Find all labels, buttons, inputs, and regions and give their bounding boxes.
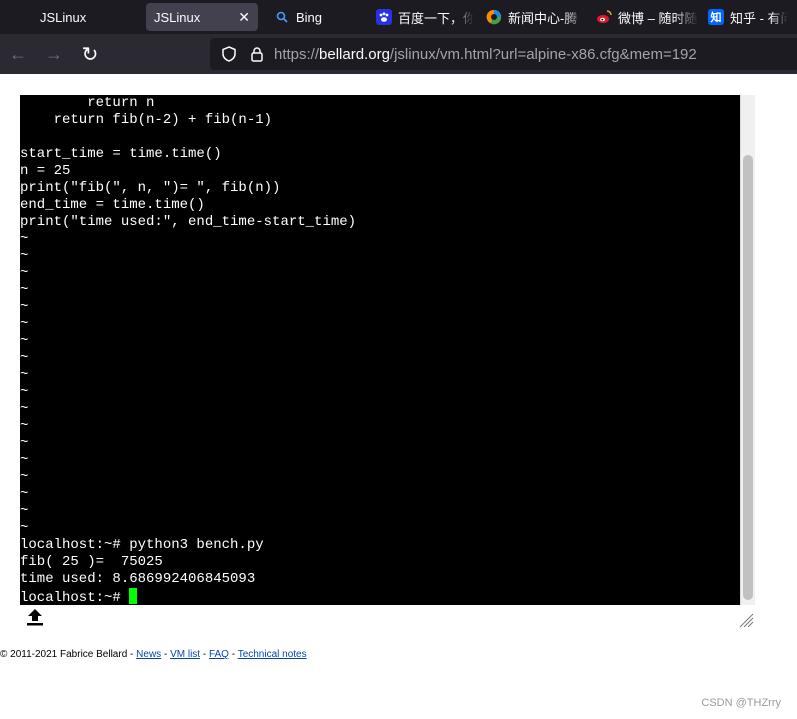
zhihu-icon: 知 xyxy=(708,9,724,25)
tab-label: Bing xyxy=(296,9,323,25)
tab-label: 微博 – 随时随 xyxy=(618,10,698,26)
terminal-line: return n xyxy=(20,95,155,111)
terminal-line: ~ xyxy=(20,282,29,298)
terminal-line: n = 25 xyxy=(20,163,71,179)
footer-separator: - xyxy=(161,649,171,660)
tab-weibo[interactable]: 微博 – 随时随 xyxy=(594,0,706,34)
resize-handle-icon[interactable] xyxy=(738,612,754,628)
forward-button[interactable]: → xyxy=(36,36,72,72)
terminal-line: ~ xyxy=(20,435,29,451)
terminal-cursor xyxy=(129,588,138,604)
terminal-scrollbar[interactable] xyxy=(740,95,755,605)
terminal-line: ~ xyxy=(20,265,29,281)
terminal-line: ~ xyxy=(20,503,29,519)
terminal-line: localhost:~# python3 bench.py xyxy=(20,537,264,553)
technical-notes-link[interactable]: Technical notes xyxy=(238,649,307,660)
terminal-line: return fib(n-2) + fib(n-1) xyxy=(20,112,273,128)
lock-icon[interactable] xyxy=(246,43,268,65)
tab-bar: JSLinux JSLinux ✕ Bing 百度一下，你 新闻中心-腾 微博 … xyxy=(0,0,797,34)
url-bar[interactable]: https://bellard.org/jslinux/vm.html?url=… xyxy=(210,38,797,70)
url-scheme: https:// xyxy=(274,45,320,63)
page-footer: © 2011-2021 Fabrice Bellard - News - VM … xyxy=(0,649,307,660)
terminal-line: ~ xyxy=(20,333,29,349)
terminal-line: ~ xyxy=(20,248,29,264)
shield-icon[interactable] xyxy=(218,43,240,65)
baidu-paw-icon xyxy=(376,9,392,25)
reload-button[interactable]: ↻ xyxy=(72,36,108,72)
tab-zhihu[interactable]: 知 知乎 - 有问题 xyxy=(706,0,796,34)
tab-jslinux-1[interactable]: JSLinux xyxy=(0,0,146,34)
terminal-line: ~ xyxy=(20,401,29,417)
terminal-window[interactable]: return n return fib(n-2) + fib(n-1) start… xyxy=(20,95,755,605)
upload-icon[interactable] xyxy=(24,606,46,628)
tab-label: JSLinux xyxy=(40,9,87,25)
terminal-line: time used: 8.686992406845093 xyxy=(20,571,256,587)
footer-separator: - xyxy=(228,649,238,660)
terminal-line: end_time = time.time() xyxy=(20,197,205,213)
terminal-line: ~ xyxy=(20,486,29,502)
terminal-line: ~ xyxy=(20,452,29,468)
scrollbar-thumb[interactable] xyxy=(743,155,753,600)
terminal-line: ~ xyxy=(20,384,29,400)
back-button[interactable]: ← xyxy=(0,36,36,72)
url-host: bellard.org xyxy=(319,45,390,63)
tab-label: JSLinux xyxy=(154,9,201,25)
terminal-line: start_time = time.time() xyxy=(20,146,222,162)
tab-label: 知乎 - 有问题 xyxy=(730,10,788,26)
terminal-line: ~ xyxy=(20,418,29,434)
terminal-screen[interactable]: return n return fib(n-2) + fib(n-1) start… xyxy=(20,95,740,605)
terminal-line: print("fib(", n, ")= ", fib(n)) xyxy=(20,180,281,196)
copyright-text: © 2011-2021 Fabrice Bellard - xyxy=(0,649,137,660)
tab-bing[interactable]: Bing xyxy=(258,0,370,34)
tencent-news-icon xyxy=(486,9,502,25)
close-icon[interactable]: ✕ xyxy=(238,9,250,26)
terminal-line: ~ xyxy=(20,299,29,315)
tab-baidu[interactable]: 百度一下，你 xyxy=(370,0,482,34)
url-text[interactable]: https://bellard.org/jslinux/vm.html?url=… xyxy=(274,46,697,63)
terminal-line: ~ xyxy=(20,350,29,366)
terminal-prompt-line: localhost:~# xyxy=(20,588,740,605)
weibo-icon xyxy=(596,9,612,25)
watermark-text: CSDN @THZrry xyxy=(701,697,781,709)
faq-link[interactable]: FAQ xyxy=(209,649,229,660)
terminal-line: ~ xyxy=(20,367,29,383)
url-path: /jslinux/vm.html?url=alpine-x86.cfg&mem=… xyxy=(389,45,697,63)
footer-separator: - xyxy=(200,649,209,660)
terminal-line: ~ xyxy=(20,231,29,247)
terminal-line: ~ xyxy=(20,316,29,332)
nav-bar: ← → ↻ https://bellard.org/jslinux/vm.htm… xyxy=(0,34,797,74)
terminal-line: print("time used:", end_time-start_time) xyxy=(20,214,357,230)
terminal-line: fib( 25 )= 75025 xyxy=(20,554,163,570)
terminal-line: ~ xyxy=(20,469,29,485)
search-icon xyxy=(274,9,290,25)
tab-label: 百度一下，你 xyxy=(398,10,474,26)
tab-tencent-news[interactable]: 新闻中心-腾 xyxy=(482,0,594,34)
news-link[interactable]: News xyxy=(136,649,161,660)
tab-label: 新闻中心-腾 xyxy=(508,10,578,26)
terminal-line: ~ xyxy=(20,520,29,536)
tab-jslinux-2[interactable]: JSLinux ✕ xyxy=(146,3,258,31)
terminal-prompt: localhost:~# xyxy=(20,590,130,605)
vm-list-link[interactable]: VM list xyxy=(170,649,200,660)
